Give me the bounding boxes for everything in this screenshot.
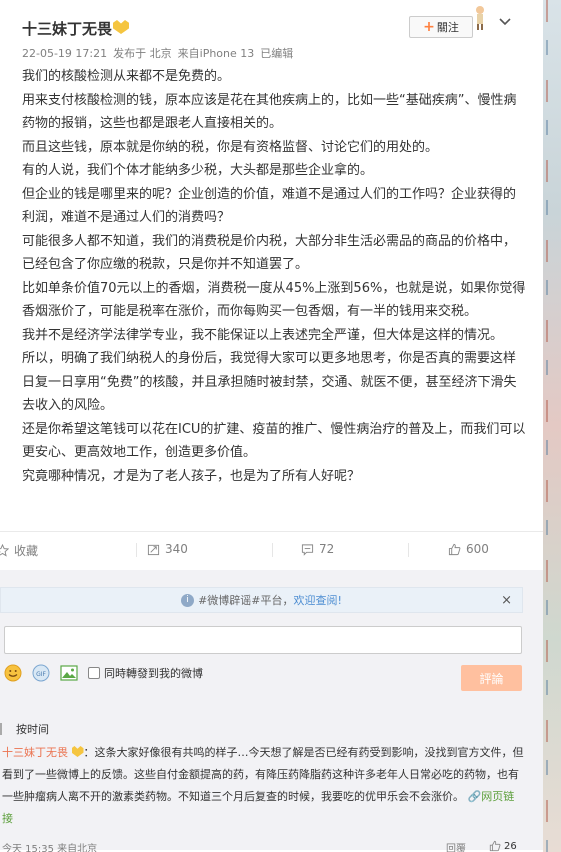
post-paragraph: 可能很多人都不知道，我们的消费税是价内税，大部分非生活必需品的商品的价格中，已经… <box>22 233 517 273</box>
like-button[interactable]: 600 <box>448 542 489 556</box>
comment-meta: 今天 15:35 来自北京 回覆 26 <box>2 840 527 852</box>
thumbs-up-icon <box>489 840 501 852</box>
close-icon[interactable]: × <box>501 593 512 608</box>
comment-tools: GIF 同時轉發到我的微博 <box>4 662 203 684</box>
info-icon: i <box>181 593 195 607</box>
post-location: 发布于 北京 <box>113 47 172 60</box>
repost-icon <box>147 544 160 555</box>
action-separator <box>272 543 273 557</box>
vip-badge-icon[interactable] <box>113 20 129 34</box>
action-separator <box>136 543 137 557</box>
edited-label[interactable]: 已编辑 <box>260 47 293 60</box>
post-date[interactable]: 22-05-19 17:21 <box>22 47 107 60</box>
author-name[interactable]: 十三妹丁无畏 <box>22 18 112 39</box>
notice-link[interactable]: 欢迎查阅! <box>294 592 342 608</box>
post-paragraph: 所以，明确了我们纳税人的身份后，我觉得大家可以更多地思考，你是否真的需要这样日复… <box>22 351 517 413</box>
repost-checkbox-label[interactable]: 同時轉發到我的微博 <box>104 665 203 681</box>
thumbs-up-icon <box>448 543 461 555</box>
sort-row: 按时间 <box>0 721 49 737</box>
post-paragraph: 但企业的钱是哪里来的呢？企业创造的价值，难道不是通过人们的工作吗？企业获得的利润… <box>22 186 517 226</box>
comment-time: 今天 15:35 来自北京 <box>2 844 98 852</box>
comment-bubble-icon <box>301 543 314 556</box>
comment-count: 72 <box>319 542 335 556</box>
repost-checkbox[interactable] <box>88 667 100 679</box>
sort-by-time[interactable]: 按时间 <box>16 721 49 737</box>
sort-divider <box>0 723 2 735</box>
repost-count: 340 <box>165 542 188 556</box>
comment-like-count: 26 <box>504 840 517 852</box>
svg-text:GIF: GIF <box>36 671 46 678</box>
submit-comment-button[interactable]: 評論 <box>461 665 522 691</box>
post-paragraph: 还是你希望这笔钱可以花在ICU的扩建、疫苗的推广、慢性病治疗的普及上，而我们可以… <box>22 421 526 461</box>
rumor-notice[interactable]: i #微博辟谣#平台， 欢迎查阅! × <box>0 587 523 613</box>
reply-button[interactable]: 回覆 <box>446 840 466 852</box>
comment-author[interactable]: 十三妹丁无畏 <box>2 746 68 759</box>
background-decoration <box>543 0 561 852</box>
favorite-label: 收藏 <box>14 544 39 558</box>
post-paragraph: 比如单条价值70元以上的香烟，消费税一度从45%上涨到56%，也就是说，如果你觉… <box>22 280 526 320</box>
post-paragraph: 而且这些钱，原本就是你纳的税，你是有资格监督、讨论它们的用处的。 <box>22 139 439 155</box>
chevron-down-icon[interactable] <box>497 14 513 30</box>
favorite-button[interactable]: 收藏 <box>0 542 38 559</box>
decoration-figure-icon <box>476 6 484 30</box>
star-outline-icon <box>0 544 9 557</box>
repost-button[interactable]: 340 <box>147 542 188 556</box>
post-paragraph: 用来支付核酸检测的钱，原本应该是花在其他疾病上的，比如一些“基础疾病”、慢性病药… <box>22 92 517 132</box>
post-paragraph: 我并不是经济学法律学专业，我不能保证以上表述完全严谨，但大体是这样的情况。 <box>22 327 504 343</box>
comment-item: 十三妹丁无畏 ：这条大家好像很有共鸣的样子…今天想了解是否已经有药受到影响，没找… <box>2 742 524 830</box>
link-icon[interactable]: 🔗 <box>468 790 482 803</box>
image-icon[interactable] <box>60 664 78 682</box>
comment-panel: i #微博辟谣#平台， 欢迎查阅! × GIF 同時轉發到我的微博 評論 按时间… <box>0 570 543 852</box>
weibo-post-page: 十三妹丁无畏 22-05-19 17:21 发布于 北京 来自iPhone 13 已编… <box>0 0 543 852</box>
action-separator <box>408 543 409 557</box>
vip-badge-icon[interactable] <box>71 746 84 757</box>
plus-icon: + <box>423 19 435 35</box>
emoji-icon[interactable] <box>4 664 22 682</box>
post-paragraph: 有的人说，我们个体才能纳多少税，大头都是那些企业拿的。 <box>22 163 374 178</box>
follow-label: 關注 <box>436 21 459 34</box>
post-client[interactable]: 来自iPhone 13 <box>178 47 255 60</box>
action-divider <box>0 531 543 532</box>
action-bar: 收藏 340 72 600 <box>0 537 543 563</box>
post-content: 我们的核酸检测从来都不是免费的。 用来支付核酸检测的钱，原本应该是花在其他疾病上… <box>22 65 527 488</box>
post-meta: 22-05-19 17:21 发布于 北京 来自iPhone 13 已编辑 <box>22 45 299 61</box>
post-header: 十三妹丁无畏 22-05-19 17:21 发布于 北京 来自iPhone 13 已编… <box>22 6 513 60</box>
notice-text: #微博辟谣#平台， <box>198 594 294 607</box>
follow-button[interactable]: + 關注 <box>409 16 473 38</box>
comment-button[interactable]: 72 <box>301 542 334 556</box>
comment-input[interactable] <box>4 626 522 654</box>
gif-icon[interactable]: GIF <box>32 664 50 682</box>
post-paragraph: 究竟哪种情况，才是为了老人孩子，也是为了所有人好呢？ <box>22 468 361 484</box>
like-count: 600 <box>466 542 489 556</box>
post-paragraph: 我们的核酸检测从来都不是免费的。 <box>22 69 231 84</box>
comment-like-button[interactable]: 26 <box>489 840 517 852</box>
